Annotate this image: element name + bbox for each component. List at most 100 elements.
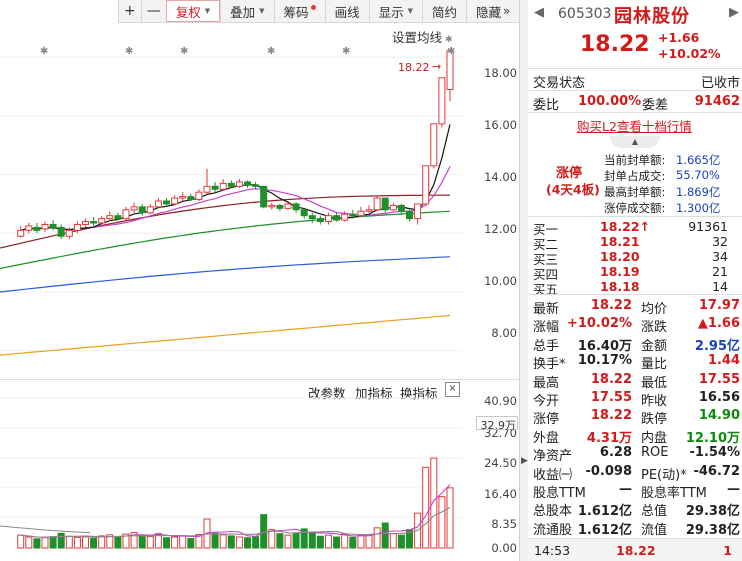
event-marker-icon[interactable]: ✱ (125, 46, 133, 57)
candle-body[interactable] (260, 185, 268, 208)
candle-body[interactable] (438, 77, 446, 125)
candle-body[interactable] (300, 209, 308, 217)
candle-body[interactable] (203, 185, 211, 193)
candle-body[interactable] (122, 209, 130, 220)
candle-body[interactable] (49, 223, 57, 228)
volume-bar[interactable] (98, 535, 106, 549)
volume-bar[interactable] (73, 536, 81, 549)
volume-bar[interactable] (446, 487, 454, 549)
volume-bar[interactable] (373, 527, 381, 549)
volume-bar[interactable] (219, 534, 227, 549)
collapse-tab-icon[interactable]: ▲ (610, 136, 660, 148)
candle-body[interactable] (381, 197, 389, 211)
event-marker-icon[interactable]: ✱ (267, 46, 275, 57)
volume-bar[interactable] (349, 536, 357, 549)
event-marker-icon[interactable]: ✱ (447, 46, 455, 57)
volume-bar[interactable] (163, 537, 170, 549)
volume-bar[interactable] (268, 529, 276, 549)
volume-bar[interactable] (33, 538, 41, 549)
volume-bar[interactable] (57, 532, 65, 549)
volume-bar[interactable] (357, 535, 365, 549)
volume-bar[interactable] (333, 536, 341, 549)
volume-bar[interactable] (365, 534, 373, 549)
volume-bar[interactable] (389, 533, 397, 549)
candle-body[interactable] (146, 206, 154, 214)
volume-bar[interactable] (187, 537, 195, 549)
candle-body[interactable] (98, 218, 106, 224)
volume-bar[interactable] (430, 457, 438, 549)
candle-body[interactable] (316, 218, 324, 223)
candle-body[interactable] (17, 229, 25, 237)
display-button[interactable]: 显示 ▼ (368, 0, 422, 22)
candle-body[interactable] (373, 197, 381, 211)
candle-body[interactable] (219, 182, 227, 190)
volume-bar[interactable] (316, 535, 324, 549)
candle-body[interactable] (357, 210, 365, 217)
candle-body[interactable] (308, 215, 316, 220)
zoom-in-button[interactable]: + (118, 0, 141, 22)
candle-body[interactable] (397, 204, 405, 212)
volume-bar[interactable] (227, 535, 235, 549)
overlay-button[interactable]: 叠加 ▼ (220, 0, 273, 22)
volume-bar[interactable] (25, 536, 33, 549)
volume-bar[interactable] (381, 522, 389, 549)
candle-body[interactable] (244, 181, 251, 186)
buy-l2-link[interactable]: 购买L2查看十档行情 (577, 116, 692, 135)
draw-line-button[interactable]: 画线 (324, 0, 369, 22)
candle-body[interactable] (138, 206, 146, 214)
volume-bar[interactable] (114, 536, 122, 549)
volume-bar[interactable] (90, 537, 98, 549)
candle-body[interactable] (252, 184, 260, 187)
volume-bar[interactable] (284, 534, 292, 549)
candle-body[interactable] (414, 203, 422, 220)
candle-body[interactable] (292, 203, 300, 211)
volume-bar[interactable] (438, 496, 446, 549)
candle-body[interactable] (227, 182, 235, 187)
volume-bar[interactable] (276, 533, 284, 549)
candle-body[interactable] (187, 196, 195, 201)
candle-body[interactable] (82, 221, 89, 225)
candle-body[interactable] (171, 197, 179, 205)
volume-bar[interactable] (65, 535, 73, 549)
candle-body[interactable] (73, 223, 81, 231)
candle-body[interactable] (130, 206, 138, 211)
price-chart-svg[interactable]: ✱ ✱ ✱ ✱ ✱ ✱ (0, 22, 520, 380)
candle-body[interactable] (325, 215, 332, 223)
candle-body[interactable] (163, 200, 170, 205)
volume-bar[interactable] (308, 531, 316, 549)
prev-stock-icon[interactable]: ◀ (534, 5, 544, 20)
candle-body[interactable] (268, 204, 276, 208)
volume-bar[interactable] (17, 534, 25, 549)
candle-body[interactable] (389, 204, 397, 211)
volume-bar[interactable] (179, 535, 187, 549)
candle-body[interactable] (276, 204, 284, 209)
candle-body[interactable] (154, 200, 162, 208)
collapse-arrow-icon[interactable]: ▶ (521, 456, 528, 466)
candle-body[interactable] (341, 213, 349, 221)
ma-settings-button[interactable]: 设置均线 ✱ (392, 27, 453, 46)
volume-bar[interactable] (49, 536, 57, 549)
candle-body[interactable] (365, 209, 373, 212)
volume-bar[interactable] (41, 537, 49, 549)
volume-bar[interactable] (138, 534, 146, 549)
volume-chart-svg[interactable] (0, 380, 520, 561)
candle-body[interactable] (57, 226, 65, 237)
volume-bar[interactable] (260, 514, 268, 549)
candle-body[interactable] (33, 226, 41, 231)
candle-body[interactable] (422, 165, 430, 205)
chip-button[interactable]: 筹码 (273, 0, 325, 22)
volume-bar[interactable] (252, 536, 260, 549)
event-marker-icon[interactable]: ✱ (180, 46, 188, 57)
volume-bar[interactable] (82, 536, 89, 549)
kline-chart-area[interactable]: + — 复权 ▼ 叠加 ▼ 筹码 画线 显示 ▼ 简约 隐藏» ✱ ✱ ✱ ✱ ✱ ✱ 设置均线… (0, 0, 520, 561)
candle-body[interactable] (235, 181, 243, 187)
candle-body[interactable] (349, 213, 357, 217)
volume-bar[interactable] (325, 534, 332, 549)
candle-body[interactable] (25, 225, 33, 231)
candle-body[interactable] (41, 223, 49, 230)
volume-bar[interactable] (292, 532, 300, 549)
next-stock-icon[interactable]: ▶ (729, 5, 739, 20)
hide-button[interactable]: 隐藏» (466, 0, 519, 22)
zoom-out-button[interactable]: — (140, 0, 166, 22)
volume-bar[interactable] (171, 536, 179, 549)
